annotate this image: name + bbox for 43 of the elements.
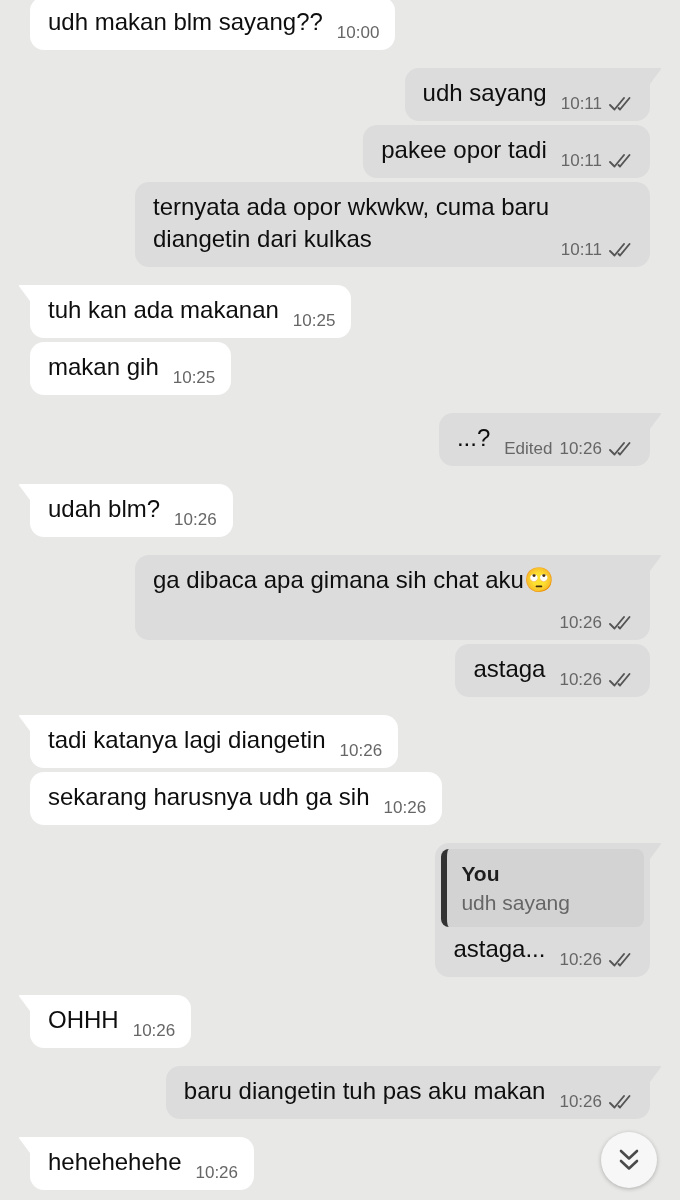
message-time: 10:26 xyxy=(559,670,602,690)
bubble-tail-icon xyxy=(18,995,30,1011)
message-time: 10:00 xyxy=(336,23,380,43)
message-time: 10:26 xyxy=(383,798,427,818)
message-text: astaga xyxy=(473,655,546,682)
message-time: 10:26 xyxy=(559,950,602,970)
message-text: ...? xyxy=(456,424,491,451)
quote-text: udh sayang xyxy=(461,890,571,916)
message-text: baru diangetin tuh pas aku makan xyxy=(183,1077,546,1104)
message-time: 10:26 xyxy=(559,613,602,633)
message-text: sekarang harusnya udh ga sih xyxy=(48,783,370,810)
message-text: makan gih xyxy=(48,353,159,380)
double-chevron-down-icon xyxy=(619,1149,639,1171)
bubble-tail-icon xyxy=(18,285,30,301)
message-time: 10:11 xyxy=(560,151,602,171)
message-time: 10:26 xyxy=(559,439,602,459)
message-text: pakee opor tadi xyxy=(381,136,547,163)
message-text: ternyata ada opor wkwkw, cuma baru diangetin dari kulkas xyxy=(153,193,550,252)
message-time: 10:26 xyxy=(195,1163,239,1183)
message-text: udh makan blm sayang?? xyxy=(48,8,323,35)
message-time: 10:26 xyxy=(559,1092,602,1112)
scroll-down-button[interactable] xyxy=(601,1132,657,1188)
bubble-tail-icon xyxy=(18,715,30,731)
message-time: 10:26 xyxy=(174,510,217,530)
message-text: astaga... xyxy=(453,935,546,962)
quote-author: You xyxy=(461,861,501,887)
message-time: 10:26 xyxy=(132,1021,176,1041)
message-time: 10:26 xyxy=(339,741,383,761)
message-text: udh sayang xyxy=(422,79,547,106)
message-text: OHHH xyxy=(48,1006,119,1033)
message-time: 10:25 xyxy=(172,368,216,388)
quoted-message[interactable]: You udh sayang xyxy=(441,849,644,927)
message-text: udah blm? xyxy=(48,495,161,522)
bubble-tail-icon xyxy=(18,1137,30,1153)
bubble-tail-icon xyxy=(18,484,30,500)
edited-label: Edited xyxy=(504,439,553,459)
message-time: 10:11 xyxy=(560,94,602,114)
message-text: hehehehehe xyxy=(48,1148,182,1175)
message-time: 10:11 xyxy=(560,240,602,260)
message-text: tadi katanya lagi diangetin xyxy=(48,726,326,753)
message-text: tuh kan ada makanan xyxy=(48,296,279,323)
message-text: ga dibaca apa gimana sih chat aku🙄 xyxy=(153,566,554,593)
message-time: 10:25 xyxy=(292,311,336,331)
